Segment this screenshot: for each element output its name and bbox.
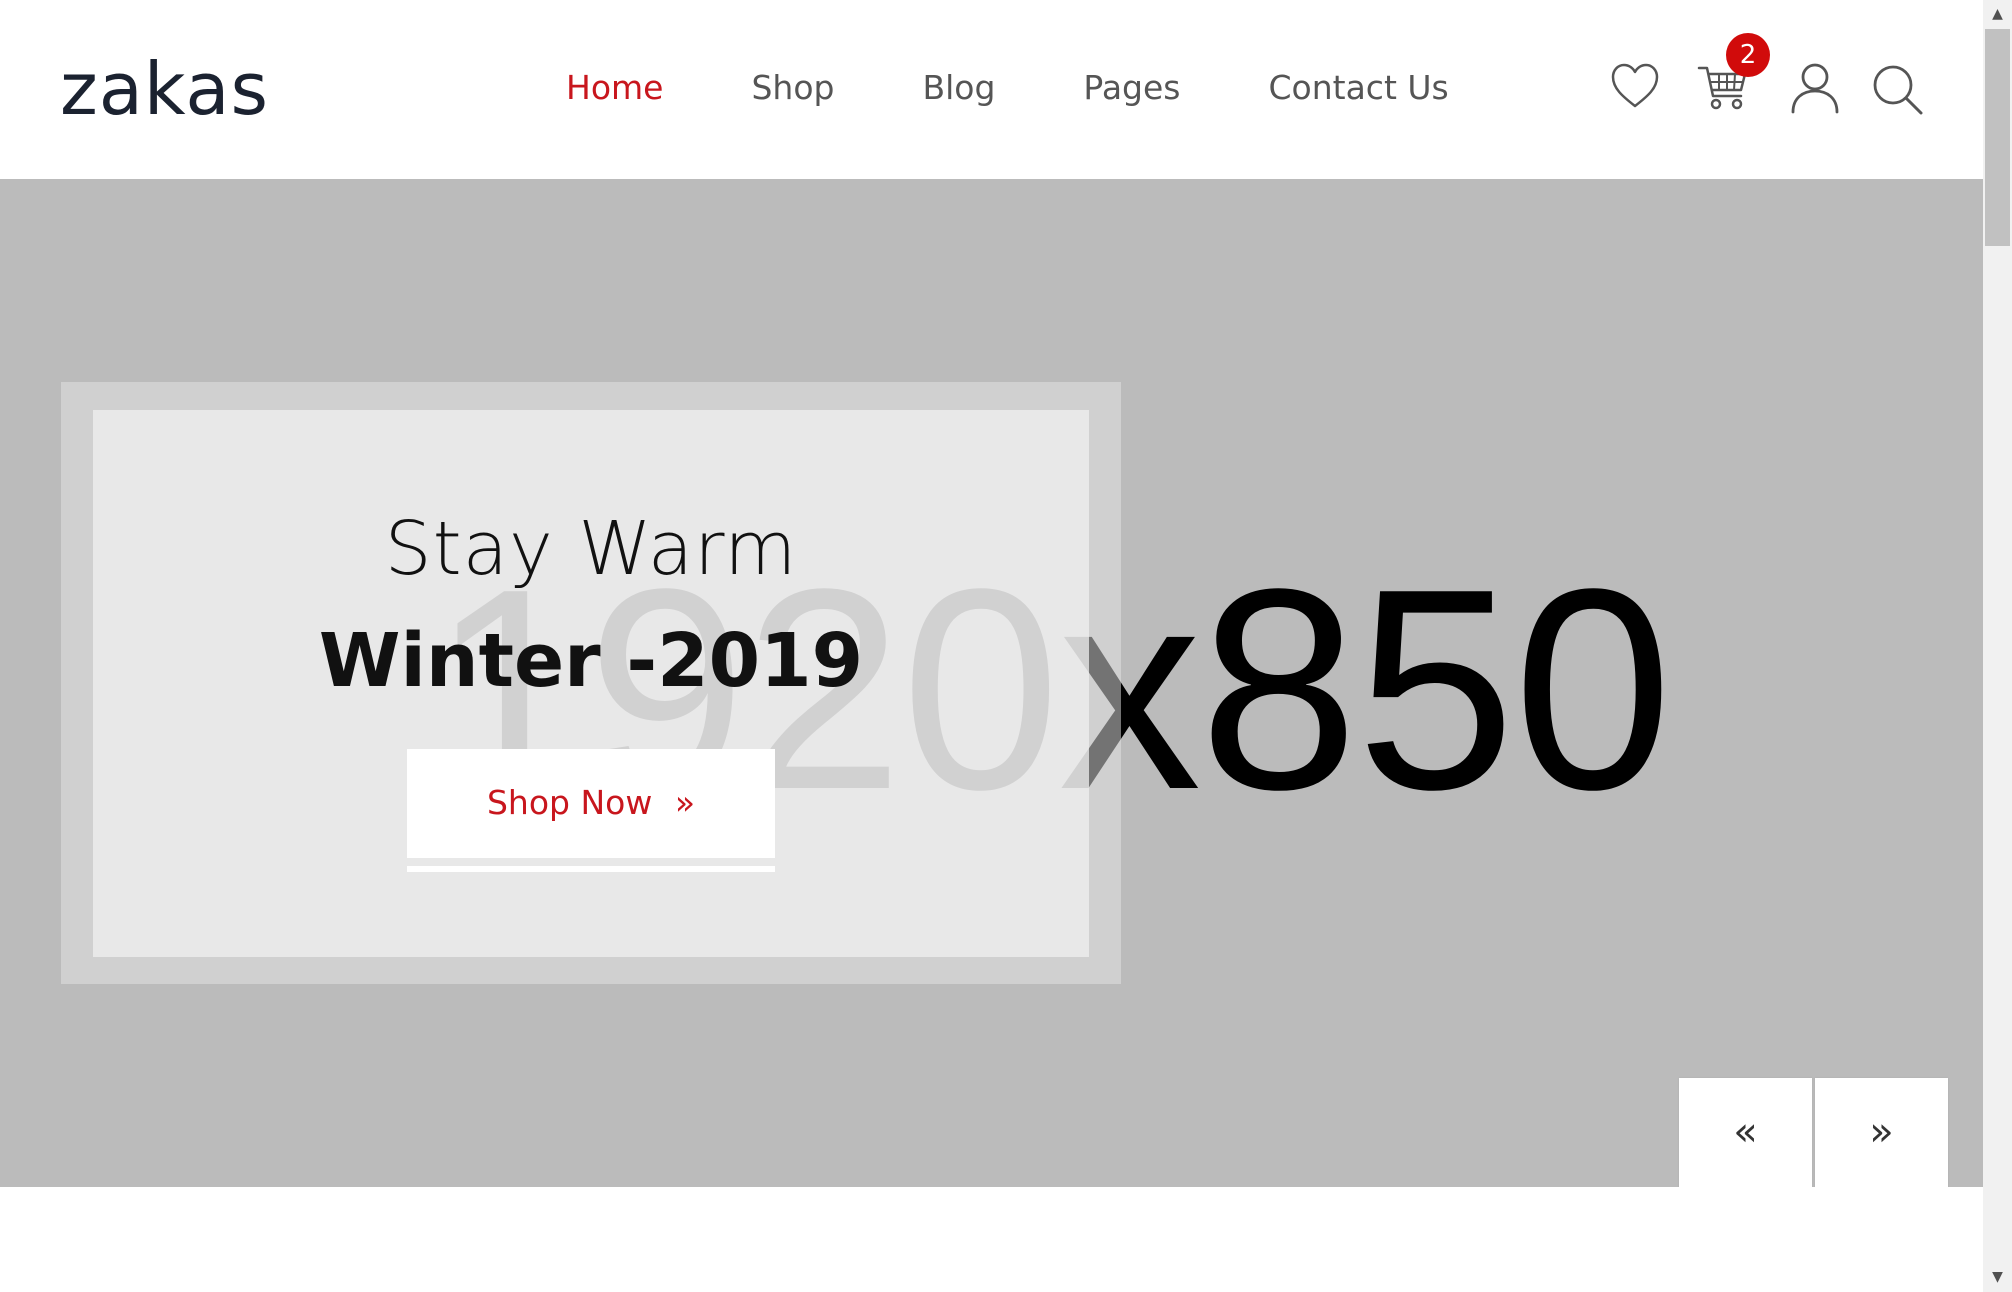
slider-next-button[interactable]: »: [1815, 1078, 1948, 1187]
nav-item-contact-us[interactable]: Contact Us: [1269, 63, 1449, 113]
page: zakas Home Shop Blog Pages Contact Us 2 …: [0, 0, 1983, 1292]
shop-now-underline: [407, 866, 775, 872]
nav-item-blog[interactable]: Blog: [922, 63, 995, 113]
double-chevron-left-icon: «: [1733, 1109, 1758, 1155]
scroll-up-arrow-icon[interactable]: ▲: [1983, 0, 2012, 29]
scroll-down-arrow-icon[interactable]: ▼: [1983, 1263, 2012, 1292]
nav-item-pages[interactable]: Pages: [1083, 63, 1180, 113]
nav-item-shop[interactable]: Shop: [751, 63, 834, 113]
heart-icon[interactable]: [1610, 62, 1660, 110]
double-chevron-right-icon: »: [674, 783, 696, 822]
hero-subtitle: Stay Warm: [384, 506, 798, 592]
vertical-scrollbar[interactable]: ▲ ▼: [1983, 0, 2012, 1292]
user-icon[interactable]: [1790, 62, 1840, 114]
shop-now-label: Shop Now: [486, 783, 653, 822]
search-icon[interactable]: [1872, 64, 1924, 116]
scroll-thumb[interactable]: [1985, 29, 2010, 246]
hero-slider: 1920x850 Stay Warm Winter -2019 Shop Now…: [0, 179, 1983, 1187]
main-nav: Home Shop Blog Pages Contact Us: [566, 63, 1537, 113]
double-chevron-right-icon: »: [1869, 1109, 1894, 1155]
site-header: zakas Home Shop Blog Pages Contact Us 2: [0, 0, 1983, 179]
cart-count-badge: 2: [1726, 33, 1770, 77]
slider-prev-button[interactable]: «: [1679, 1078, 1812, 1187]
nav-item-home[interactable]: Home: [566, 63, 663, 113]
site-logo[interactable]: zakas: [60, 44, 269, 134]
hero-title: Winter -2019: [318, 618, 864, 704]
shop-now-button[interactable]: Shop Now »: [407, 749, 775, 858]
